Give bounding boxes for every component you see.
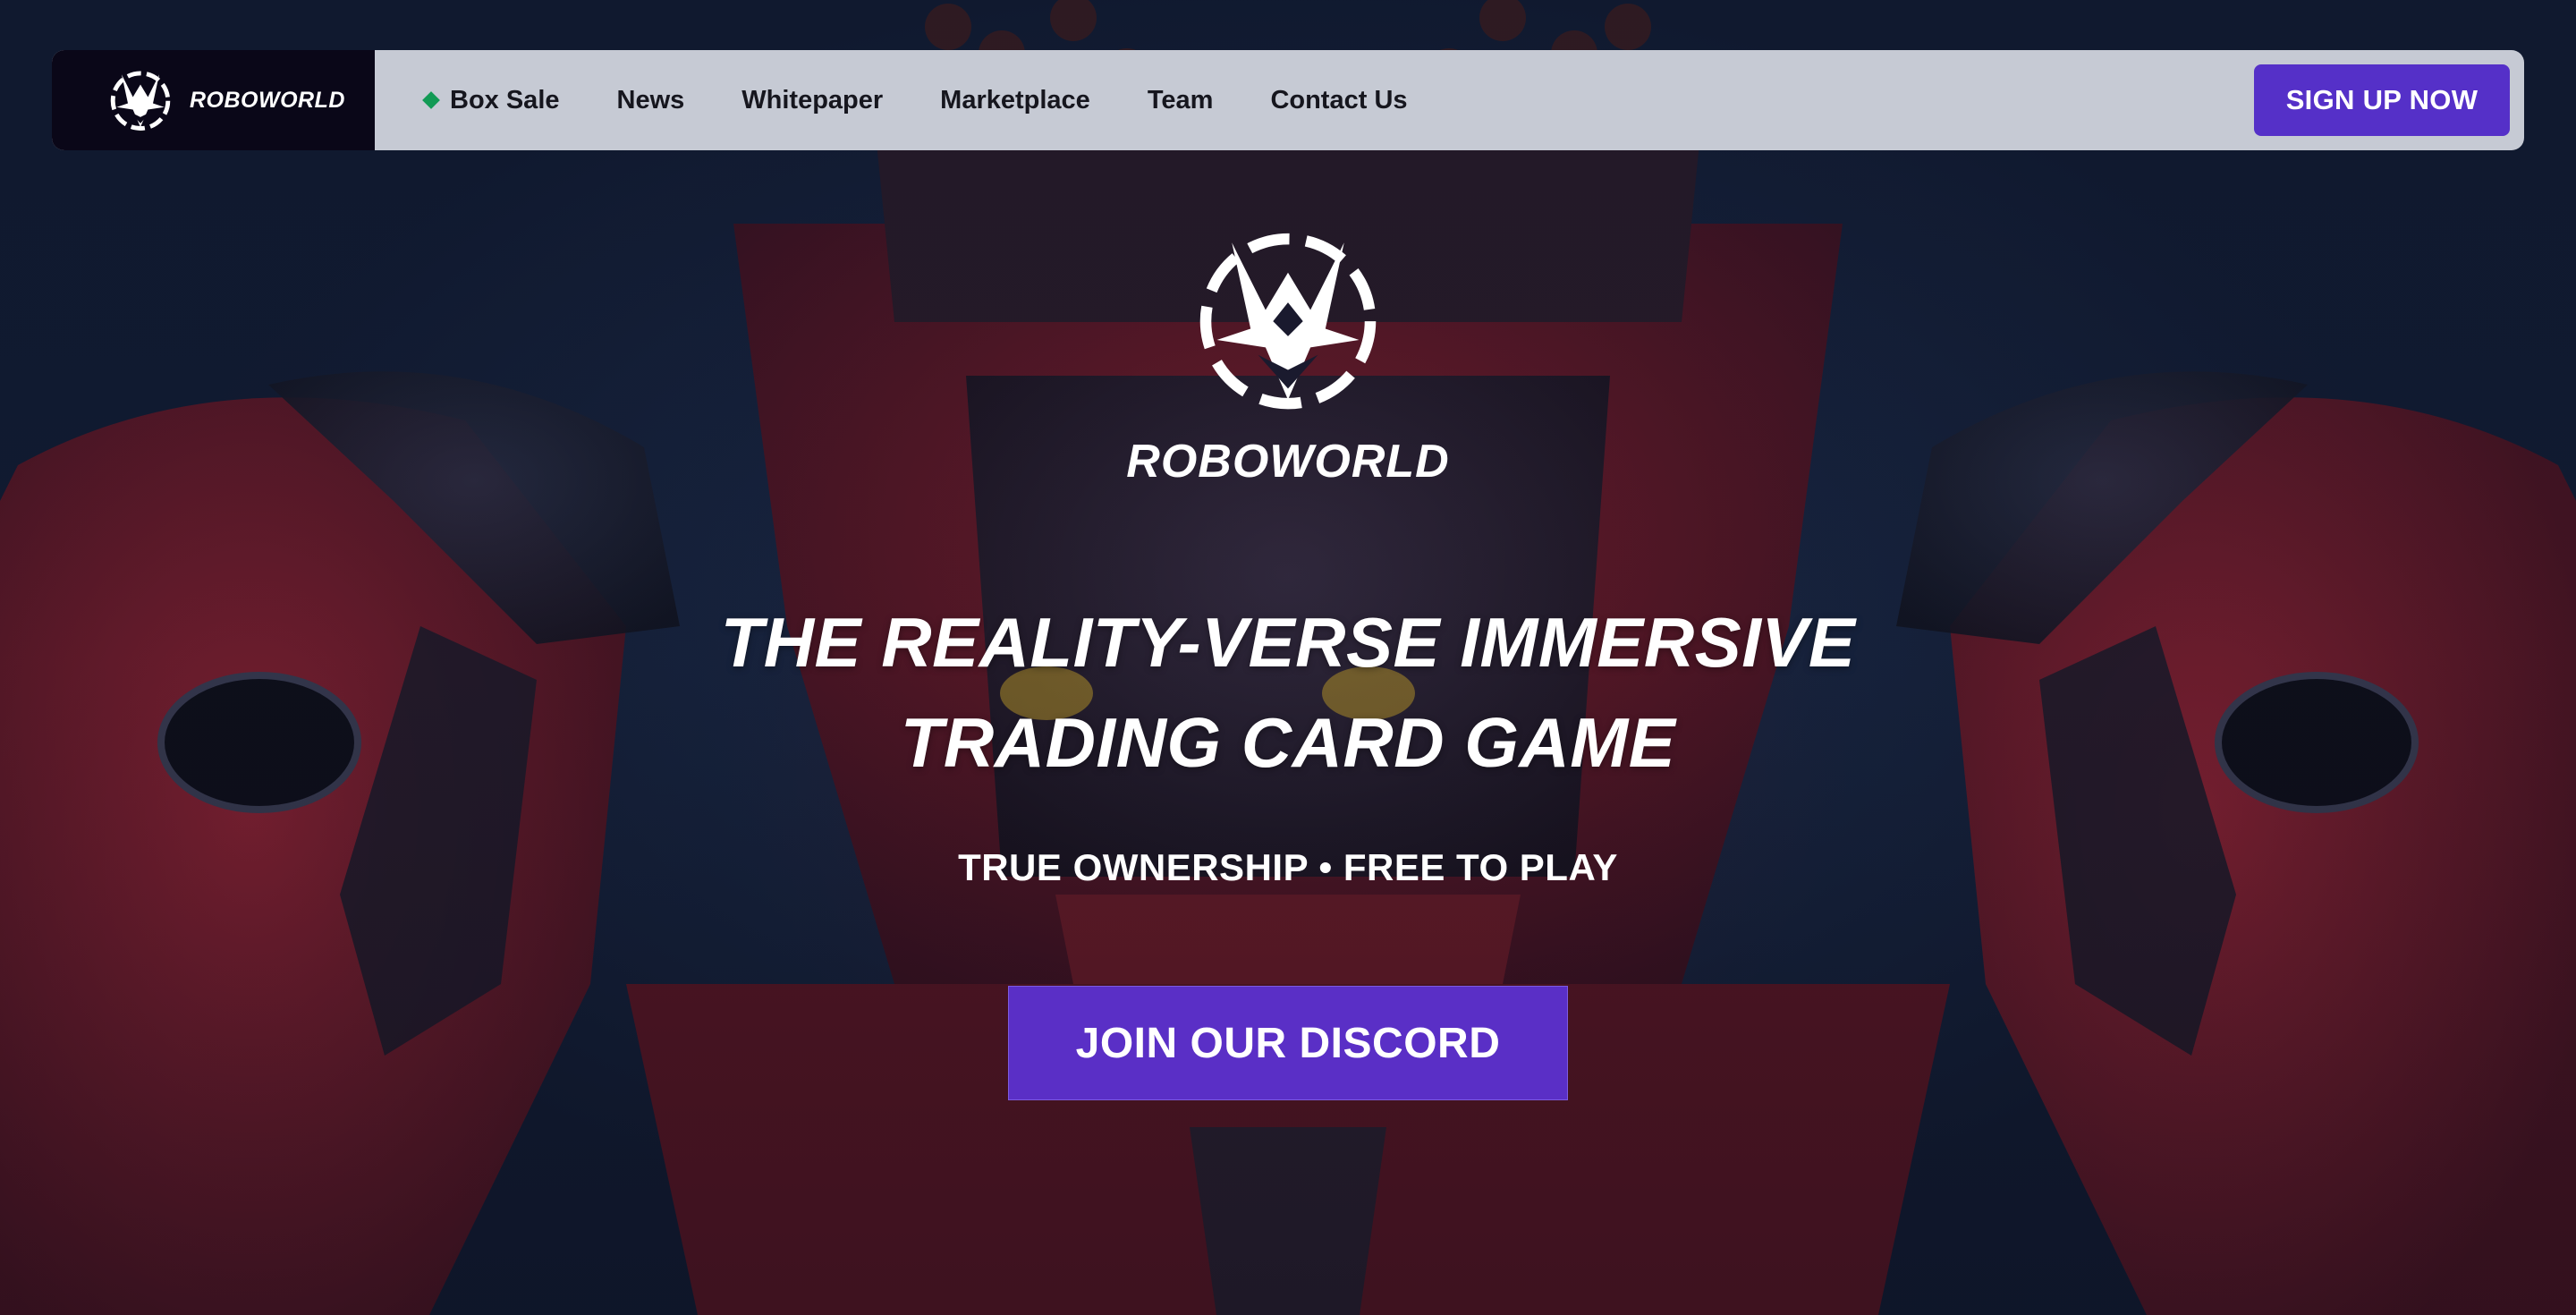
headline-line-2: TRADING CARD GAME [900,703,1676,782]
nav-item-label: News [616,85,685,115]
nav-item-label: Box Sale [450,85,560,115]
join-discord-button[interactable]: JOIN OUR DISCORD [1008,986,1568,1100]
nav-item-marketplace[interactable]: Marketplace [940,86,1090,115]
hero-headline: THE REALITY-VERSE IMMERSIVE TRADING CARD… [572,592,2004,793]
headline-line-1: THE REALITY-VERSE IMMERSIVE [720,603,1856,682]
nav-item-team[interactable]: Team [1148,86,1214,115]
nav-item-label: Contact Us [1270,85,1408,115]
roboworld-mask-icon [109,64,172,136]
nav-item-contact-us[interactable]: Contact Us [1270,86,1407,115]
nav-item-box-sale[interactable]: Box Sale [422,85,560,115]
brand-logo-link[interactable]: ROBOWORLD [52,50,375,150]
top-navigation-bar: ROBOWORLD Box Sale News Whitepaper Marke… [52,50,2524,150]
roboworld-mask-icon [1190,216,1386,422]
nav-item-label: Whitepaper [741,85,884,115]
nav-item-label: Marketplace [940,85,1090,115]
sign-up-button[interactable]: SIGN UP NOW [2254,64,2510,136]
diamond-icon [422,91,440,109]
nav-item-label: Team [1147,85,1214,115]
nav-item-news[interactable]: News [617,86,685,115]
brand-name: ROBOWORLD [190,87,345,113]
hero-brand-name: ROBOWORLD [1126,436,1450,488]
nav-links: Box Sale News Whitepaper Marketplace Tea… [375,50,1465,150]
hero-tagline: TRUE OWNERSHIP • FREE TO PLAY [958,846,1618,888]
nav-item-whitepaper[interactable]: Whitepaper [741,86,883,115]
